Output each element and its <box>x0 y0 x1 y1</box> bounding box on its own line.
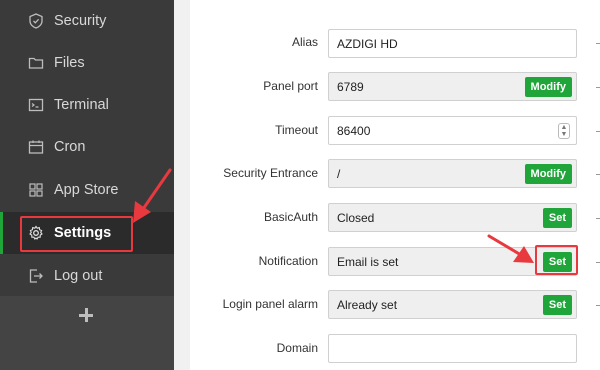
clipped-edge-mark <box>596 262 600 263</box>
login-alarm-set-button[interactable]: Set <box>542 295 572 315</box>
security-entrance-value: / <box>337 166 341 181</box>
sidebar-item-label: Terminal <box>54 97 109 113</box>
basic-auth-value: Closed <box>337 210 375 225</box>
security-entrance-modify-button[interactable]: Modify <box>524 164 572 184</box>
notification-label: Notification <box>258 254 318 268</box>
sidebar: Security Files Terminal Cron App Store S… <box>0 0 174 370</box>
logout-icon <box>28 268 44 284</box>
sidebar-item-label: App Store <box>54 182 119 198</box>
terminal-icon <box>28 97 44 113</box>
shield-icon <box>28 13 44 29</box>
sidebar-item-security[interactable]: Security <box>0 0 174 42</box>
panel-port-modify-button[interactable]: Modify <box>524 77 572 97</box>
clipped-edge-mark <box>596 174 600 175</box>
sidebar-item-label: Security <box>54 13 107 29</box>
clipped-edge-mark <box>596 131 600 132</box>
chevron-up-icon[interactable]: ▲ <box>561 124 568 131</box>
plus-icon[interactable] <box>78 307 94 323</box>
notification-value: Email is set <box>337 254 399 269</box>
panel-port-field: 6789 Modify <box>328 72 577 101</box>
panel-port-value: 6789 <box>337 79 364 94</box>
sidebar-item-terminal[interactable]: Terminal <box>0 84 174 126</box>
sidebar-item-app-store[interactable]: App Store <box>0 169 174 211</box>
sidebar-item-logout[interactable]: Log out <box>0 255 174 297</box>
login-alarm-field: Already set Set <box>328 290 577 319</box>
folder-icon <box>28 55 44 71</box>
set-button-highlight-box <box>535 245 578 275</box>
clipped-edge-mark <box>596 218 600 219</box>
sidebar-item-files[interactable]: Files <box>0 42 174 84</box>
calendar-icon <box>28 139 44 155</box>
timeout-value: 86400 <box>337 123 371 138</box>
domain-input[interactable] <box>328 334 577 363</box>
clipped-edge-mark <box>596 305 600 306</box>
sidebar-item-label: Files <box>54 55 85 71</box>
number-stepper-icon[interactable]: ▲ ▼ <box>558 123 570 139</box>
timeout-input[interactable]: 86400 ▲ ▼ <box>328 116 577 145</box>
basic-auth-label: BasicAuth <box>263 210 318 224</box>
sidebar-item-label: Cron <box>54 139 86 155</box>
basic-auth-set-button[interactable]: Set <box>542 208 572 228</box>
timeout-label: Timeout <box>275 123 318 137</box>
basic-auth-field: Closed Set <box>328 203 577 232</box>
settings-highlight-box <box>20 216 133 252</box>
panel-port-label: Panel port <box>263 79 318 93</box>
alias-input[interactable]: AZDIGI HD <box>328 29 577 58</box>
clipped-edge-mark <box>596 87 600 88</box>
security-entrance-label: Security Entrance <box>223 166 318 180</box>
alias-value: AZDIGI HD <box>337 36 398 51</box>
alias-label: Alias <box>291 35 318 49</box>
clipped-edge-mark <box>596 43 600 44</box>
sidebar-item-label: Log out <box>54 268 103 284</box>
login-alarm-value: Already set <box>337 297 398 312</box>
content-gutter <box>174 0 190 370</box>
chevron-down-icon[interactable]: ▼ <box>561 131 568 138</box>
grid-icon <box>28 182 44 198</box>
domain-label: Domain <box>276 341 318 355</box>
sidebar-item-cron[interactable]: Cron <box>0 126 174 168</box>
security-entrance-field: / Modify <box>328 159 577 188</box>
login-alarm-label: Login panel alarm <box>222 297 318 311</box>
active-indicator <box>0 212 3 254</box>
